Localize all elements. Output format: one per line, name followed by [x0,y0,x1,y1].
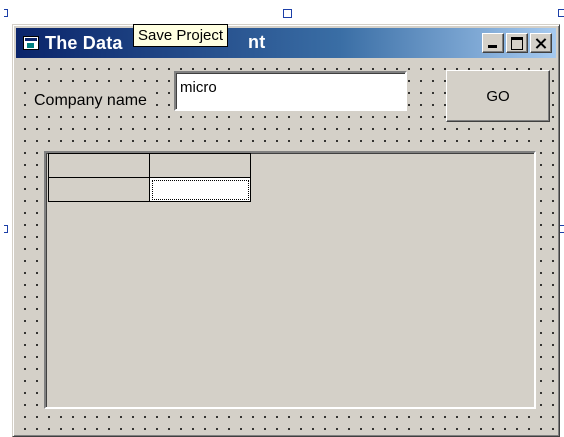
resize-handle-top-center-icon[interactable] [283,9,292,18]
title-bar[interactable]: The Data nt [16,28,556,58]
resize-handle-top-left-icon[interactable] [4,9,8,17]
grid-row-header-cell[interactable] [48,177,150,202]
window-title-start: The Data [45,32,123,53]
company-name-input[interactable]: micro [174,71,407,111]
form-window: The Data nt Company name micro GO [12,24,560,437]
resize-handle-top-right-icon[interactable] [558,9,564,17]
grid-table [48,153,251,202]
minimize-icon[interactable] [482,33,504,53]
resize-handle-mid-left-icon[interactable] [4,225,8,233]
grid-header-row [48,153,251,178]
grid-row [48,177,251,202]
window-title-end: nt [248,32,266,52]
maximize-icon[interactable] [506,33,528,53]
company-name-label: Company name [33,90,148,112]
grid-header-cell[interactable] [149,153,251,178]
app-icon[interactable] [23,36,39,50]
save-project-tooltip: Save Project [133,24,229,47]
data-grid[interactable] [44,151,536,409]
go-button[interactable]: GO [446,70,550,122]
form-client-area: Company name micro GO [16,60,556,433]
close-icon[interactable] [530,33,552,53]
grid-selected-cell[interactable] [149,177,251,202]
grid-fixed-cell[interactable] [48,153,150,178]
window-controls [480,33,552,53]
